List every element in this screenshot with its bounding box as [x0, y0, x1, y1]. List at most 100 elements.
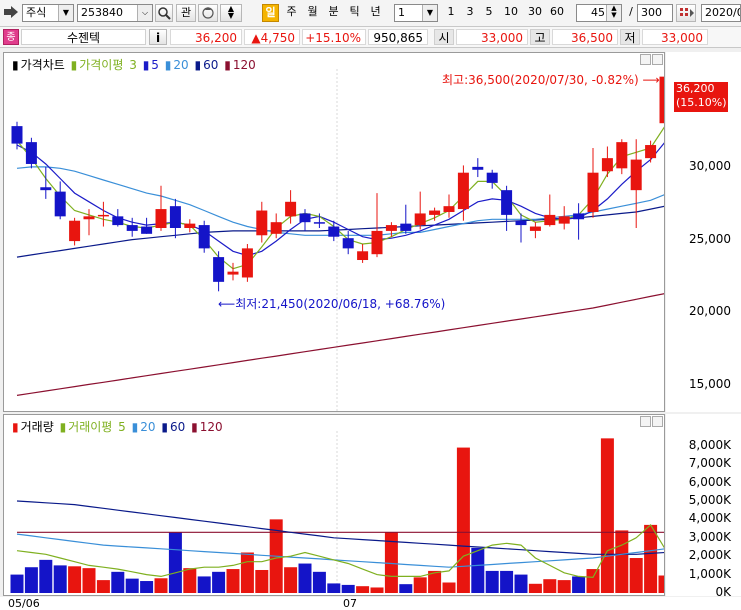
legend-ma-bar-icon: ▮ — [70, 58, 78, 72]
interval-select-value: 1 — [398, 6, 405, 19]
volume-bar — [399, 584, 413, 593]
volume-axis-tick: 7,000K — [688, 456, 731, 471]
price-legend-title: 가격차트 — [20, 58, 65, 72]
volume-bar — [111, 571, 125, 593]
volume-ma20-line — [16, 533, 664, 568]
interval-preset-1[interactable]: 1 — [444, 4, 458, 22]
price-legend-ma-title: 가격이평 — [79, 58, 124, 72]
interval-preset-60[interactable]: 60 — [547, 4, 567, 22]
quote-bar: 종 수젠텍 i 36,200 ▲4,750 +15.10% 950,865 시 … — [0, 27, 741, 48]
interval-select[interactable]: 1 ▼ — [394, 4, 438, 22]
price-axis-tick: 20,000 — [689, 304, 731, 319]
volume-bar — [24, 567, 38, 593]
legend-bar-icon: ▮ — [191, 420, 198, 434]
panel-minimize-icon[interactable] — [640, 54, 651, 65]
visible-count-input[interactable]: 45 ▲ ▼ — [576, 4, 622, 22]
volume-bar — [125, 578, 139, 593]
volume-bar — [140, 581, 154, 593]
volume-bar — [298, 563, 312, 593]
spin-icon[interactable]: ▲ ▼ — [606, 5, 621, 21]
panel-close-icon[interactable] — [652, 416, 663, 427]
candle-body — [126, 225, 138, 231]
price-axis-tick: 30,000 — [689, 158, 731, 173]
stepper-updown[interactable]: ▲ ▼ — [220, 4, 242, 22]
volume-bar — [341, 584, 355, 593]
volume-axis: 8,000K 7,000K 6,000K 5,000K 4,000K 3,000… — [666, 414, 741, 599]
interval-preset-10[interactable]: 10 — [501, 4, 521, 22]
interval-preset-30[interactable]: 30 — [525, 4, 545, 22]
sync-icon[interactable] — [198, 4, 218, 22]
volume-bar — [456, 447, 470, 593]
candle-body — [155, 209, 167, 228]
date-input[interactable]: 2020/0 — [701, 4, 741, 22]
volume-bar — [629, 558, 643, 593]
legend-ma5: 5 — [151, 58, 159, 72]
tab-year[interactable]: 년 — [367, 4, 384, 22]
high-price: 36,500 — [552, 29, 618, 45]
chevron-down-icon[interactable]: ▼ — [422, 5, 437, 21]
candle-body — [457, 172, 469, 210]
volume-bar — [356, 586, 370, 593]
candle-body — [97, 214, 109, 217]
chevron-down-icon[interactable]: ▼ — [58, 5, 73, 21]
candle-body — [69, 220, 81, 242]
volume-legend-ma-title: 거래이평 — [68, 420, 113, 434]
volume-bar — [68, 566, 82, 593]
search-button[interactable] — [155, 4, 173, 22]
candle-body — [270, 222, 282, 234]
price-change-pct: +15.10% — [302, 29, 366, 45]
price-chart-panel[interactable]: ▮ 가격차트 ▮ 가격이평 3 ▮ 5 ▮ 20 ▮ 60 ▮ 120 최고:36,500(… — [3, 52, 665, 412]
candle-body — [313, 222, 325, 224]
panel-close-icon[interactable] — [652, 54, 663, 65]
volume-bar — [154, 578, 168, 593]
candle-body — [112, 216, 124, 226]
code-input[interactable]: 253840 ⌵ — [77, 4, 153, 22]
volume-chart[interactable] — [4, 415, 664, 595]
info-button[interactable]: i — [149, 29, 167, 45]
tab-minute[interactable]: 분 — [325, 4, 342, 22]
volume-bar — [557, 580, 571, 593]
tab-tick[interactable]: 틱 — [346, 4, 363, 22]
min-annotation-text: 최저:21,450(2020/06/18, +68.76%) — [235, 297, 446, 311]
volume-chart-panel[interactable]: ▮ 거래량 ▮ 거래이평 5 ▮ 20 ▮ 60 ▮ 120 — [3, 414, 665, 596]
volume-bar — [240, 552, 254, 593]
total-count-input[interactable]: 300 — [637, 4, 673, 22]
volume-bar — [53, 565, 67, 593]
chevron-down-icon[interactable]: ⌵ — [137, 5, 152, 21]
tab-monthly[interactable]: 월 — [304, 4, 321, 22]
candle-body — [342, 238, 354, 249]
open-label: 시 — [434, 29, 454, 45]
market-select[interactable]: 주식 ▼ — [22, 4, 74, 22]
volume-bar — [442, 582, 456, 593]
interval-preset-5[interactable]: 5 — [482, 4, 496, 22]
trade-volume: 950,865 — [368, 29, 428, 45]
tab-weekly[interactable]: 주 — [283, 4, 300, 22]
grid-settings-icon[interactable] — [676, 4, 696, 22]
volume-bar — [572, 576, 586, 593]
candle-body — [558, 216, 570, 224]
price-chart[interactable] — [4, 53, 664, 411]
volume-bar — [370, 587, 384, 593]
volume-bar — [514, 574, 528, 593]
search-icon — [158, 7, 171, 20]
candle-body — [241, 248, 253, 278]
legend-bar-icon: ▮ — [194, 58, 202, 72]
min-price-annotation: ⟵최저:21,450(2020/06/18, +68.76%) — [218, 295, 445, 312]
candle-body — [515, 220, 527, 226]
volume-legend: ▮ 거래량 ▮ 거래이평 5 ▮ 20 ▮ 60 ▮ 120 — [12, 418, 225, 435]
price-ma3-line — [16, 126, 664, 270]
high-label: 고 — [530, 29, 550, 45]
watch-button[interactable]: 관 — [176, 4, 196, 22]
legend-bar-icon: ▮ — [142, 58, 150, 72]
volume-bar — [327, 583, 341, 593]
current-price-tag: 36,200 (15.10%) — [674, 82, 728, 112]
interval-preset-3[interactable]: 3 — [463, 4, 477, 22]
legend-vma120: 120 — [199, 420, 223, 434]
volume-axis-tick: 5,000K — [688, 492, 731, 507]
tab-daily[interactable]: 일 — [262, 4, 279, 22]
panel-minimize-icon[interactable] — [640, 416, 651, 427]
volume-bar — [197, 576, 211, 593]
volume-bar — [168, 532, 182, 593]
menu-arrow-icon[interactable] — [3, 4, 21, 22]
candle-body — [429, 210, 441, 215]
